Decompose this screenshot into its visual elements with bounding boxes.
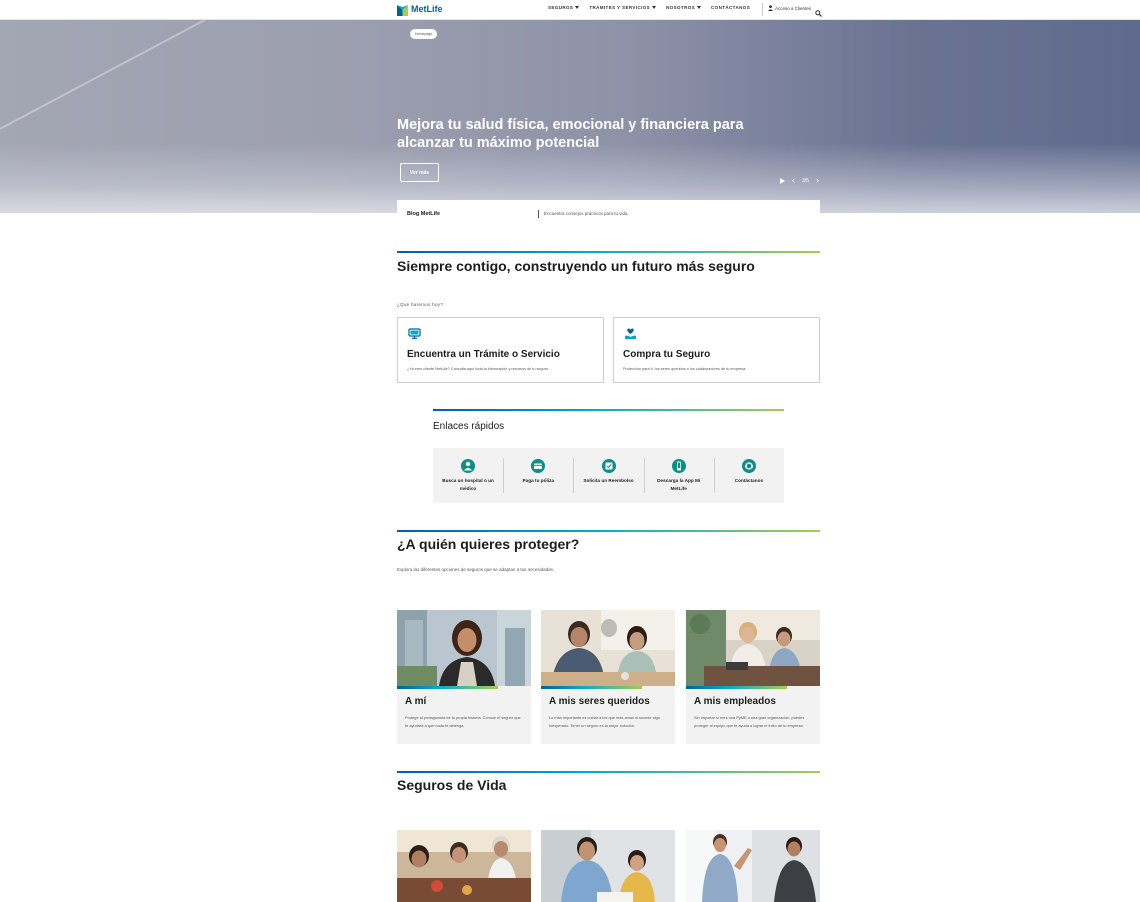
audience-card-title: A mis empleados bbox=[694, 696, 776, 707]
audience-card-desc: Protege al protagonista de tu propia his… bbox=[405, 715, 521, 728]
chevron-right-icon[interactable]: › bbox=[816, 176, 819, 185]
audience-card-me[interactable]: A mí Protege al protagonista de tu propi… bbox=[397, 610, 531, 744]
family-dinner-photo bbox=[397, 830, 531, 902]
service-card-title: Encuentra un Trámite o Servicio bbox=[407, 349, 560, 360]
intro-title: Siempre contigo, construyendo un futuro … bbox=[397, 258, 755, 274]
father-son-photo bbox=[541, 830, 675, 902]
quick-link-label: Busca un hospital o un médico bbox=[442, 478, 494, 491]
account-login-label: Acceso a Clientes bbox=[775, 5, 812, 11]
office-meeting-photo bbox=[686, 610, 820, 686]
quick-links-box: Busca un hospital o un médico Paga tu pó… bbox=[433, 448, 784, 503]
service-card-tramite[interactable]: Encuentra un Trámite o Servicio ¿Ya eres… bbox=[397, 317, 604, 383]
service-card-compra[interactable]: Compra tu Seguro Protección para ti, tus… bbox=[613, 317, 820, 383]
card-accent-bar bbox=[397, 686, 498, 689]
quick-links-rule bbox=[433, 409, 784, 411]
card-icon bbox=[531, 459, 546, 473]
nav-contactanos-label: CONTÁCTANOS bbox=[711, 5, 751, 10]
section-rule bbox=[397, 771, 820, 773]
slide-counter: 3/5 bbox=[802, 177, 809, 184]
audience-card-desc: Lo más importante es cuidar a los que má… bbox=[549, 715, 660, 728]
nav-tramites[interactable]: TRÁMITES Y SERVICIOS bbox=[589, 5, 657, 10]
nav-divider bbox=[762, 3, 763, 16]
hero-cta-button[interactable]: Ver más bbox=[400, 163, 439, 182]
intro-question: ¿Qué haremos hoy? bbox=[397, 302, 444, 307]
search-icon[interactable] bbox=[815, 4, 823, 17]
audience-card-title: A mí bbox=[405, 696, 427, 707]
carousel-controls: ‹ 3/5 › bbox=[780, 176, 819, 185]
blog-text: Encuentra consejos prácticos para tu vid… bbox=[544, 211, 629, 216]
doctor-icon bbox=[461, 459, 476, 473]
nav-seguros-label: SEGUROS bbox=[548, 5, 574, 10]
chevron-down-icon bbox=[697, 6, 702, 9]
breadcrumb[interactable]: Homepage bbox=[410, 29, 438, 39]
monitor-icon bbox=[408, 327, 421, 340]
nav-nosotros-label: NOSOTROS bbox=[666, 5, 696, 10]
card-accent-bar bbox=[686, 686, 787, 689]
metlife-logo[interactable]: MetLife bbox=[397, 3, 443, 16]
chevron-down-icon bbox=[652, 6, 657, 9]
blog-name: Blog MetLife bbox=[407, 211, 440, 217]
quick-link-reembolso[interactable]: Solicita un Reembolso bbox=[573, 448, 643, 503]
life-card-professionals[interactable] bbox=[686, 830, 820, 902]
family-table-photo bbox=[541, 610, 675, 686]
play-icon[interactable] bbox=[780, 177, 785, 184]
blog-separator bbox=[538, 210, 539, 218]
hero-title: Mejora tu salud física, emocional y fina… bbox=[397, 117, 744, 151]
quick-link-paga[interactable]: Paga tu póliza bbox=[503, 448, 573, 503]
refund-icon bbox=[601, 459, 616, 473]
quick-link-contacto[interactable]: Contáctanos bbox=[713, 448, 784, 503]
contact-icon bbox=[741, 459, 756, 473]
audience-card-family[interactable]: A mis seres queridos Lo más importante e… bbox=[541, 610, 675, 744]
section-rule bbox=[397, 530, 820, 532]
chevron-down-icon bbox=[575, 6, 580, 9]
protect-subtitle: Explora las diferentes opciones de segur… bbox=[397, 567, 555, 572]
quick-link-label: Paga tu póliza bbox=[522, 478, 555, 483]
protect-title: ¿A quién quieres proteger? bbox=[397, 536, 580, 552]
life-card-family[interactable] bbox=[397, 830, 531, 902]
nav-seguros[interactable]: SEGUROS bbox=[548, 5, 580, 10]
main-nav: SEGUROS TRÁMITES Y SERVICIOS NOSOTROS CO… bbox=[548, 5, 750, 10]
metlife-logo-mark-icon bbox=[397, 3, 408, 16]
nav-contactanos[interactable]: CONTÁCTANOS bbox=[711, 5, 750, 10]
heart-hand-icon bbox=[624, 327, 637, 340]
account-login-link[interactable]: Acceso a Clientes bbox=[768, 5, 811, 11]
quick-link-hospital[interactable]: Busca un hospital o un médico bbox=[433, 448, 503, 503]
chevron-left-icon[interactable]: ‹ bbox=[792, 176, 795, 185]
quick-link-label: Solicita un Reembolso bbox=[583, 478, 634, 483]
audience-card-employees[interactable]: A mis empleados Sin importar si eres una… bbox=[686, 610, 820, 744]
life-title: Seguros de Vida bbox=[397, 777, 507, 793]
life-card-father-son[interactable] bbox=[541, 830, 675, 902]
audience-card-title: A mis seres queridos bbox=[549, 696, 650, 707]
quick-link-app[interactable]: Descarga la App Mi MetLife bbox=[643, 448, 714, 503]
section-rule bbox=[397, 251, 820, 253]
service-card-desc: Protección para ti, tus seres queridos o… bbox=[623, 367, 747, 371]
service-card-desc: ¿Ya eres cliente MetLife? Consulta aquí … bbox=[407, 367, 550, 371]
audience-card-desc: Sin importar si eres una PyME o una gran… bbox=[694, 715, 805, 728]
professionals-talking-photo bbox=[686, 830, 820, 902]
hero-banner: Homepage Mejora tu salud física, emocion… bbox=[0, 20, 1140, 213]
service-card-title: Compra tu Seguro bbox=[623, 349, 711, 360]
hero-light-streak bbox=[0, 20, 206, 143]
blog-strip[interactable]: Blog MetLife Encuentra consejos práctico… bbox=[397, 200, 820, 228]
nav-nosotros[interactable]: NOSOTROS bbox=[666, 5, 702, 10]
phone-icon bbox=[671, 459, 686, 473]
nav-tramites-label: TRÁMITES Y SERVICIOS bbox=[589, 5, 651, 10]
quick-link-label: Descarga la App Mi MetLife bbox=[657, 478, 701, 491]
quick-links-title: Enlaces rápidos bbox=[433, 421, 505, 432]
user-icon bbox=[768, 5, 773, 11]
metlife-logo-text: MetLife bbox=[411, 3, 443, 14]
card-accent-bar bbox=[541, 686, 642, 689]
quick-link-label: Contáctanos bbox=[734, 478, 764, 483]
top-navigation-bar: MetLife SEGUROS TRÁMITES Y SERVICIOS NOS… bbox=[0, 0, 1140, 20]
woman-city-photo bbox=[397, 610, 531, 686]
